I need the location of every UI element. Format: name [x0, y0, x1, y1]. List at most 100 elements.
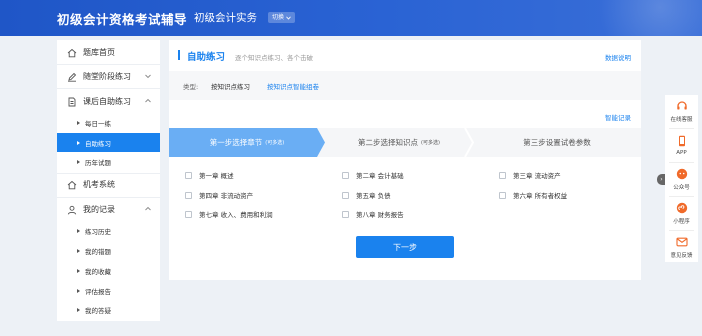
divider	[57, 197, 160, 198]
sidebar-item-wrong-questions[interactable]: 我的错题	[57, 241, 160, 260]
page-title: 自助练习	[187, 52, 226, 63]
main-panel: 自助练习 逐个知识点练习、各个击破 数据说明 类型: 按知识点练习 按知识点智能…	[169, 40, 641, 280]
sidebar-item-daily-practice[interactable]: 每日一练	[57, 113, 160, 132]
chapter-checkbox-1[interactable]: 第一章 概述	[185, 170, 234, 180]
divider	[57, 88, 160, 89]
type-option-smart-paper[interactable]: 按知识点智能组卷	[267, 81, 319, 91]
records-link[interactable]: 智能记录	[605, 112, 631, 122]
chevron-down-icon	[286, 16, 291, 20]
chapter-checkbox-5[interactable]: 第五章 负债	[342, 190, 391, 200]
sidebar-item-label: 我的收藏	[85, 267, 111, 276]
sidebar-item-assessment-report[interactable]: 评估报告	[57, 281, 160, 300]
user-icon	[67, 205, 77, 215]
float-item-label: 公众号	[673, 185, 690, 191]
checkbox[interactable]	[185, 191, 192, 199]
switch-subject-button[interactable]: 切换	[268, 12, 296, 23]
float-item-mini-program[interactable]: 小程序	[665, 197, 698, 230]
sidebar-item-after-class[interactable]: 课后自助练习	[57, 91, 160, 112]
chapter-label: 第二章 会计基础	[356, 172, 404, 180]
step-label: 第三步设置试卷参数	[523, 138, 591, 147]
chapter-label: 第四章 非流动资产	[199, 192, 254, 200]
phone-icon	[676, 135, 688, 147]
type-option-by-knowledge[interactable]: 按知识点练习	[211, 81, 250, 91]
float-item-label: 意见反馈	[670, 253, 693, 259]
float-item-label: 在线客服	[670, 117, 693, 123]
home-icon	[67, 180, 77, 190]
bullet-icon	[77, 140, 80, 145]
checkbox[interactable]	[185, 210, 192, 218]
title-bar: 自助练习 逐个知识点练习、各个击破 数据说明	[169, 40, 641, 70]
next-step-button[interactable]: 下一步	[356, 236, 454, 258]
bullet-icon	[77, 159, 80, 164]
sidebar-item-mock-exam[interactable]: 机考系统	[57, 174, 160, 195]
sidebar-item-label: 历年试题	[85, 158, 111, 167]
chapter-label: 第八章 财务报告	[356, 211, 404, 219]
sidebar-item-home[interactable]: 题库首页	[57, 42, 160, 63]
float-item-feedback[interactable]: 意见反馈	[665, 231, 698, 264]
current-subject: 初级会计实务	[194, 12, 257, 24]
chapter-checkbox-7[interactable]: 第七章 收入、费用和利润	[185, 209, 273, 219]
sidebar-item-label: 评估报告	[85, 287, 111, 296]
checkbox[interactable]	[342, 171, 349, 179]
step-label: 第二步选择知识点	[358, 138, 419, 147]
type-label: 类型:	[183, 83, 199, 91]
sidebar: 题库首页 随堂阶段练习 课后自助练习 每日一练 自助练习 历年试题 机考系统 我…	[57, 40, 160, 321]
step-1-select-chapter: 第一步选择章节 (可多选)	[169, 128, 325, 157]
bullet-icon	[77, 268, 80, 273]
sidebar-item-label: 每日一练	[85, 119, 111, 128]
chapter-label: 第三章 流动资产	[513, 172, 561, 180]
sidebar-item-favorites[interactable]: 我的收藏	[57, 261, 160, 280]
sidebar-item-label: 我的答疑	[85, 306, 111, 315]
checkbox[interactable]	[342, 210, 349, 218]
sidebar-item-label: 我的错题	[85, 247, 111, 256]
float-item-app[interactable]: APP	[665, 129, 698, 162]
float-item-label: 小程序	[673, 219, 690, 225]
bullet-icon	[77, 288, 80, 293]
sidebar-item-my-records[interactable]: 我的记录	[57, 199, 160, 220]
mini-program-icon	[676, 202, 688, 214]
float-item-official-account[interactable]: 公众号	[665, 163, 698, 196]
sidebar-item-label: 随堂阶段练习	[83, 72, 131, 81]
float-item-label: APP	[676, 150, 687, 156]
chapter-checkbox-4[interactable]: 第四章 非流动资产	[185, 190, 253, 200]
sidebar-item-my-qa[interactable]: 我的答疑	[57, 300, 160, 319]
site-title: 初级会计资格考试辅导	[57, 12, 188, 27]
sidebar-item-label: 自助练习	[85, 139, 111, 148]
checkbox[interactable]	[342, 191, 349, 199]
document-icon	[67, 97, 77, 107]
chapter-checkbox-2[interactable]: 第二章 会计基础	[342, 170, 404, 180]
step-note: (可多选)	[421, 140, 440, 146]
step-note: (可多选)	[265, 140, 285, 146]
sidebar-item-stage-practice[interactable]: 随堂阶段练习	[57, 66, 160, 87]
chapter-label: 第一章 概述	[199, 172, 234, 180]
right-float-bar: 在线客服 APP 公众号 小程序 意见反馈	[665, 95, 698, 262]
chevron-down-icon	[145, 74, 151, 79]
sidebar-item-label: 机考系统	[83, 180, 115, 189]
switch-label: 切换	[272, 14, 285, 21]
header-decoration	[562, 0, 702, 36]
chapter-checkbox-6[interactable]: 第六章 所有者权益	[499, 190, 567, 200]
bullet-icon	[77, 228, 80, 233]
chapter-checkbox-8[interactable]: 第八章 财务报告	[342, 209, 404, 219]
chapter-checkbox-3[interactable]: 第三章 流动资产	[499, 170, 561, 180]
sidebar-item-self-practice[interactable]: 自助练习	[57, 133, 160, 152]
bullet-icon	[77, 307, 80, 312]
sidebar-item-past-exams[interactable]: 历年试题	[57, 152, 160, 171]
chapter-label: 第七章 收入、费用和利润	[199, 211, 273, 219]
checkbox[interactable]	[185, 171, 192, 179]
bullet-icon	[77, 248, 80, 253]
chapter-label: 第五章 负债	[356, 192, 391, 200]
chevron-up-icon	[145, 206, 151, 211]
float-item-online-service[interactable]: 在线客服	[665, 95, 698, 128]
sidebar-item-practice-history[interactable]: 练习历史	[57, 221, 160, 240]
step-3-set-params: 第三步设置试卷参数	[473, 128, 641, 157]
step-2-select-knowledge: 第二步选择知识点 (可多选)	[317, 128, 481, 157]
sidebar-item-label: 练习历史	[85, 227, 111, 236]
step-progress: 第一步选择章节 (可多选) 第二步选择知识点 (可多选) 第三步设置试卷参数	[169, 128, 641, 157]
chapter-label: 第六章 所有者权益	[513, 192, 568, 200]
checkbox[interactable]	[499, 171, 506, 179]
headset-icon	[676, 100, 688, 112]
pen-icon	[67, 72, 77, 82]
data-description-link[interactable]: 数据说明	[605, 52, 631, 62]
checkbox[interactable]	[499, 191, 506, 199]
